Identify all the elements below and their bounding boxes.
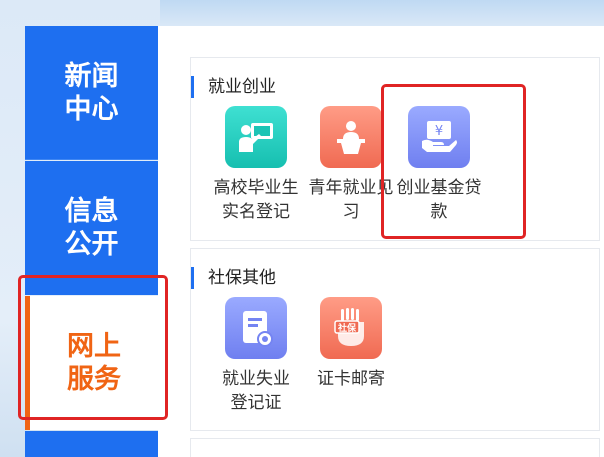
section-title: 社保其他 [191,267,276,289]
service-graduate-registration[interactable]: 高校毕业生 实名登记 [211,106,301,224]
service-employment-certificate[interactable]: 就业失业 登记证 [211,297,301,415]
nav-item-label: 新闻 中心 [64,60,119,125]
service-label: 高校毕业生 实名登记 [213,178,299,222]
podium-speaker-icon [320,106,382,168]
service-label: 证卡邮寄 [317,369,385,389]
social-card-mail-icon: 社保 [320,297,382,359]
highlight-box-online-services [18,275,168,420]
nav-item-label: 信息 公开 [64,196,119,260]
certificate-icon [225,297,287,359]
service-label: 就业失业 登记证 [222,369,290,413]
section-next [190,438,600,457]
nav-item-next[interactable] [25,431,158,457]
presenter-board-icon [225,106,287,168]
section-title: 就业创业 [191,76,276,98]
section-social-security-other: 社保其他 就业失业 登记证 社保 证卡邮寄 [190,248,600,431]
service-card-mailing[interactable]: 社保 证卡邮寄 [306,297,396,391]
shebao-card-text: 社保 [337,322,357,334]
nav-item-news-center[interactable]: 新闻 中心 [25,26,158,160]
highlight-box-startup-fund-loan [381,84,526,239]
